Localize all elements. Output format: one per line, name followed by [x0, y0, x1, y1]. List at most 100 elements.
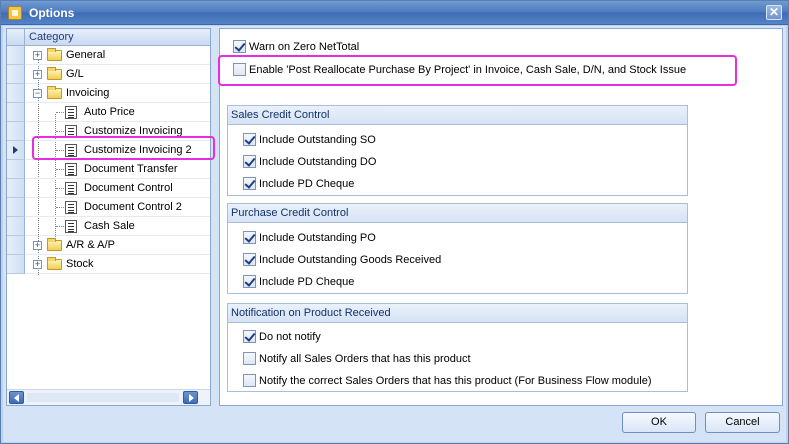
tree-item-label: Stock	[66, 258, 94, 270]
row-selector[interactable]	[7, 46, 25, 65]
include-outstanding-so-label: Include Outstanding SO	[259, 134, 376, 146]
row-selector[interactable]	[7, 179, 25, 198]
tree-item-cash-sale[interactable]: Cash Sale	[7, 217, 210, 236]
scroll-left-icon[interactable]	[9, 391, 24, 404]
scroll-right-icon[interactable]	[183, 391, 198, 404]
title-bar[interactable]: Options ✕	[1, 1, 788, 25]
tree-item-document-transfer[interactable]: Document Transfer	[7, 160, 210, 179]
form-icon	[65, 163, 77, 176]
expand-icon[interactable]: +	[33, 70, 42, 79]
tree-item-label: G/L	[66, 68, 84, 80]
include-outstanding-gr-checkbox[interactable]	[243, 253, 256, 266]
annotation-highlight-tree	[32, 136, 215, 160]
row-selector[interactable]	[7, 217, 25, 236]
row-selector[interactable]	[7, 103, 25, 122]
expand-icon[interactable]: +	[33, 51, 42, 60]
group-header: Notification on Product Received	[228, 304, 687, 323]
tree-line	[56, 169, 64, 170]
options-window: Options ✕ Category + General + G/L − Inv…	[0, 0, 789, 444]
include-outstanding-gr-label: Include Outstanding Goods Received	[259, 254, 442, 266]
folder-icon	[47, 48, 62, 61]
close-button[interactable]: ✕	[766, 5, 782, 20]
scroll-track[interactable]	[27, 393, 179, 402]
include-outstanding-po-checkbox[interactable]	[243, 231, 256, 244]
form-icon	[65, 106, 77, 119]
tree-item-label: Document Control	[84, 182, 173, 194]
annotation-highlight-option	[218, 55, 737, 86]
form-icon	[65, 182, 77, 195]
category-tree: Category + General + G/L − Invoicing Aut…	[6, 28, 211, 406]
tree-header: Category	[7, 29, 210, 46]
notification-group: Notification on Product Received Do not …	[227, 303, 688, 392]
notify-correct-so-label: Notify the correct Sales Orders that has…	[259, 375, 652, 387]
group-header: Purchase Credit Control	[228, 204, 687, 223]
folder-icon	[47, 67, 62, 80]
group-header: Sales Credit Control	[228, 106, 687, 125]
row-selector[interactable]	[7, 255, 25, 274]
tree-line	[56, 112, 64, 113]
form-icon	[65, 201, 77, 214]
tree-line	[56, 226, 64, 227]
tree-item-stock[interactable]: + Stock	[7, 255, 210, 274]
folder-icon	[47, 257, 62, 270]
include-outstanding-so-checkbox[interactable]	[243, 133, 256, 146]
app-icon	[8, 6, 22, 20]
tree-item-general[interactable]: + General	[7, 46, 210, 65]
row-selector[interactable]	[7, 236, 25, 255]
open-folder-icon	[47, 86, 62, 99]
group-title: Sales Credit Control	[231, 109, 330, 121]
selector-column-header	[7, 29, 25, 46]
row-selector[interactable]	[7, 84, 25, 103]
category-header-label: Category	[29, 31, 74, 43]
include-outstanding-do-checkbox[interactable]	[243, 155, 256, 168]
tree-line	[56, 188, 64, 189]
notify-correct-so-checkbox[interactable]	[243, 374, 256, 387]
include-pd-cheque-purchase-checkbox[interactable]	[243, 275, 256, 288]
notify-all-so-checkbox[interactable]	[243, 352, 256, 365]
include-pd-cheque-sales-checkbox[interactable]	[243, 177, 256, 190]
purchase-credit-control-group: Purchase Credit Control Include Outstand…	[227, 203, 688, 294]
form-icon	[65, 220, 77, 233]
folder-icon	[47, 238, 62, 251]
notify-all-so-label: Notify all Sales Orders that has this pr…	[259, 353, 471, 365]
tree-item-ar-ap[interactable]: + A/R & A/P	[7, 236, 210, 255]
do-not-notify-label: Do not notify	[259, 331, 321, 343]
do-not-notify-checkbox[interactable]	[243, 330, 256, 343]
horizontal-scrollbar[interactable]	[7, 389, 210, 405]
window-title: Options	[29, 6, 75, 20]
group-title: Notification on Product Received	[231, 307, 391, 319]
collapse-icon[interactable]: −	[33, 89, 42, 98]
expand-icon[interactable]: +	[33, 260, 42, 269]
tree-item-label: Document Control 2	[84, 201, 182, 213]
row-selector[interactable]	[7, 141, 25, 160]
row-selector[interactable]	[7, 198, 25, 217]
tree-item-label: General	[66, 49, 106, 61]
row-selector[interactable]	[7, 160, 25, 179]
tree-item-label: Auto Price	[84, 106, 135, 118]
dialog-client: Category + General + G/L − Invoicing Aut…	[3, 26, 786, 442]
tree-line	[56, 207, 64, 208]
tree-item-label: Document Transfer	[84, 163, 178, 175]
row-selector[interactable]	[7, 65, 25, 84]
sales-credit-control-group: Sales Credit Control Include Outstanding…	[227, 105, 688, 196]
tree-item-label: Invoicing	[66, 87, 110, 99]
include-outstanding-po-label: Include Outstanding PO	[259, 232, 376, 244]
include-outstanding-do-label: Include Outstanding DO	[259, 156, 377, 168]
warn-zero-nettotal-checkbox[interactable]	[233, 40, 246, 53]
tree-item-document-control-2[interactable]: Document Control 2	[7, 198, 210, 217]
current-row-arrow-icon	[13, 146, 18, 154]
include-pd-cheque-sales-label: Include PD Cheque	[259, 178, 355, 190]
tree-item-label: A/R & A/P	[66, 239, 115, 251]
group-title: Purchase Credit Control	[231, 207, 349, 219]
include-pd-cheque-purchase-label: Include PD Cheque	[259, 276, 355, 288]
tree-item-gl[interactable]: + G/L	[7, 65, 210, 84]
tree-item-invoicing[interactable]: − Invoicing	[7, 84, 210, 103]
warn-zero-nettotal-label: Warn on Zero NetTotal	[249, 41, 360, 53]
tree-item-auto-price[interactable]: Auto Price	[7, 103, 210, 122]
ok-button[interactable]: OK	[622, 412, 696, 433]
cancel-button[interactable]: Cancel	[705, 412, 780, 433]
tree-item-document-control[interactable]: Document Control	[7, 179, 210, 198]
tree-line	[56, 131, 64, 132]
row-selector[interactable]	[7, 122, 25, 141]
expand-icon[interactable]: +	[33, 241, 42, 250]
